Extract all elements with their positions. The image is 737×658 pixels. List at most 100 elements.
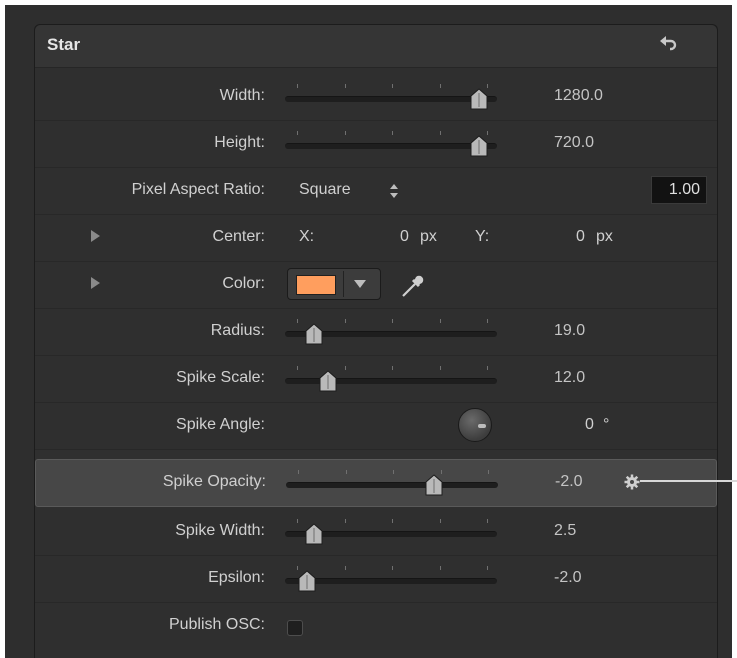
color-swatch[interactable] [296,275,336,295]
radius-slider[interactable] [285,319,497,345]
slider-tick [344,519,346,523]
height-label: Height: [214,134,265,151]
slider-tick [297,319,298,323]
center-x-value[interactable]: 0 [400,228,409,246]
slider-thumb[interactable] [297,570,317,592]
slider-thumb[interactable] [469,135,489,157]
width-value[interactable]: 1280.0 [554,87,603,105]
spike-angle-row: Spike Angle: 0 ° [35,403,717,450]
radius-label: Radius: [210,322,265,339]
spike-opacity-value[interactable]: -2.0 [555,473,583,491]
color-dropdown-arrow-icon[interactable] [354,280,366,288]
callout-line [640,480,737,482]
slider-tick [439,566,441,570]
slider-tick [344,319,346,323]
slider-thumb[interactable] [304,523,324,545]
height-row: Height: 720.0 [35,121,717,168]
height-slider[interactable] [285,131,497,157]
spike-width-label: Spike Width: [175,522,265,539]
spike-width-slider[interactable] [285,519,497,545]
spike-scale-value[interactable]: 12.0 [554,369,585,387]
pixel-aspect-ratio-popup[interactable]: Square [299,181,351,199]
slider-tick [297,519,298,523]
slider-tick [392,131,393,135]
spike-scale-row: Spike Scale: 12.0 [35,356,717,403]
color-row: Color: [35,262,717,309]
width-row: Width: 1280.0 [35,74,717,121]
spike-opacity-row: Spike Opacity: -2.0 [35,459,717,507]
slider-tick [439,366,441,370]
star-inspector: Star Width: 1280.0 Height: 720.0 Pixel A… [34,24,718,658]
color-label: Color: [222,275,265,292]
width-label: Width: [219,87,265,104]
spike-scale-label: Spike Scale: [176,369,265,386]
slider-thumb[interactable] [304,323,324,345]
pixel-aspect-ratio-label: Pixel Aspect Ratio: [131,181,265,198]
center-y-label: Y: [475,228,490,245]
spike-opacity-slider[interactable] [286,470,498,496]
slider-tick [344,84,346,88]
spike-angle-value[interactable]: 0 [585,416,594,434]
slider-tick [439,131,441,135]
spike-scale-slider[interactable] [285,366,497,392]
spike-angle-label: Spike Angle: [176,416,265,433]
width-slider[interactable] [285,84,497,110]
slider-tick [392,519,393,523]
radius-row: Radius: 19.0 [35,309,717,356]
slider-tick [298,470,299,474]
slider-tick [487,566,488,570]
spike-width-value[interactable]: 2.5 [554,522,576,540]
publish-osc-label: Publish OSC: [168,616,265,633]
slider-tick [392,566,393,570]
center-x-unit: px [420,228,437,245]
slider-track[interactable] [286,482,498,488]
slider-tick [393,470,394,474]
slider-thumb[interactable] [318,370,338,392]
slider-tick [344,131,346,135]
slider-tick [345,470,347,474]
disclosure-triangle-icon[interactable] [91,230,100,242]
center-label: Center: [212,228,265,245]
slider-tick [297,84,298,88]
up-down-chevron-icon[interactable] [389,183,399,199]
epsilon-label: Epsilon: [208,569,265,586]
color-well[interactable] [287,268,381,300]
slider-tick [392,366,393,370]
radius-value[interactable]: 19.0 [554,322,585,340]
slider-tick [297,131,298,135]
epsilon-row: Epsilon: -2.0 [35,556,717,603]
slider-tick [487,366,488,370]
color-well-divider [343,271,344,297]
reset-arrow-icon[interactable] [659,35,679,55]
center-y-value[interactable]: 0 [576,228,585,246]
slider-tick [344,366,346,370]
pixel-aspect-ratio-field[interactable]: 1.00 [651,176,707,204]
spike-angle-dial[interactable] [458,408,492,442]
slider-thumb[interactable] [424,474,444,496]
epsilon-value[interactable]: -2.0 [554,569,582,587]
center-y-unit: px [596,228,613,245]
slider-tick [487,519,488,523]
slider-tick [488,470,489,474]
spike-width-row: Spike Width: 2.5 [35,509,717,556]
center-x-label: X: [299,228,315,245]
eyedropper-icon[interactable] [399,270,427,300]
dial-indicator [478,424,486,428]
center-row: Center: X: 0 px Y: 0 px [35,215,717,262]
slider-thumb[interactable] [469,88,489,110]
pixel-aspect-ratio-row: Pixel Aspect Ratio: Square 1.00 [35,168,717,215]
disclosure-triangle-icon[interactable] [91,277,100,289]
slider-tick [344,566,346,570]
epsilon-slider[interactable] [285,566,497,592]
slider-tick [392,319,393,323]
slider-track[interactable] [285,578,497,584]
publish-osc-checkbox[interactable] [287,620,303,636]
slider-tick [439,519,441,523]
slider-tick [439,319,441,323]
spike-opacity-label: Spike Opacity: [162,473,266,490]
slider-track[interactable] [285,96,497,102]
slider-tick [487,319,488,323]
slider-track[interactable] [285,143,497,149]
height-value[interactable]: 720.0 [554,134,594,152]
gear-icon[interactable] [624,474,640,490]
